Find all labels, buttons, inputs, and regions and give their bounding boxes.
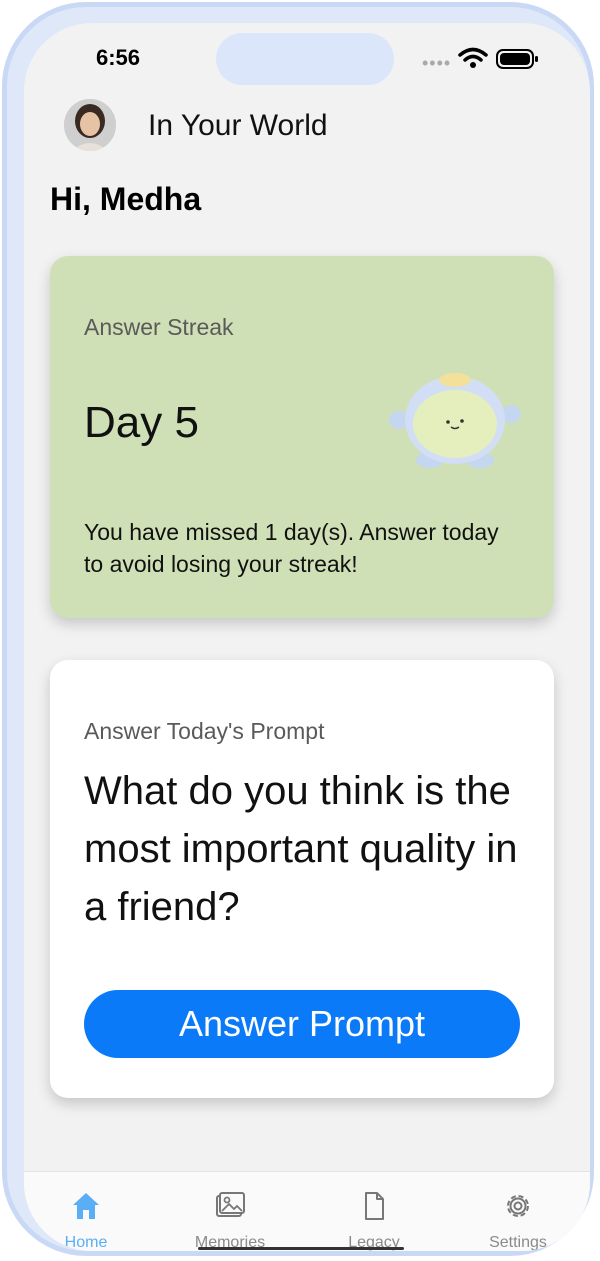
photo-icon — [216, 1192, 245, 1217]
streak-warning-message: You have missed 1 day(s). Answer today t… — [84, 519, 499, 577]
dynamic-island — [216, 33, 394, 85]
signal-dots-icon: •••• — [422, 53, 452, 73]
document-icon — [365, 1192, 384, 1220]
phone-frame: 6:56 •••• In Your World Hi, Medha Answer… — [2, 2, 594, 1256]
streak-label: Answer Streak — [84, 314, 234, 340]
turtle-mascot-icon — [389, 373, 521, 468]
user-avatar[interactable] — [64, 99, 116, 151]
answer-streak-card: Answer Streak Day 5 You have missed 1 da… — [50, 256, 554, 618]
tab-settings[interactable]: Settings — [458, 1172, 578, 1251]
bottom-tab-bar: Home Memories Legacy Settings — [24, 1171, 590, 1251]
battery-icon — [496, 49, 538, 69]
tab-settings-label: Settings — [489, 1234, 547, 1251]
prompt-label: Answer Today's Prompt — [84, 718, 325, 744]
tab-home-label: Home — [64, 1234, 108, 1251]
tab-memories[interactable]: Memories — [170, 1172, 290, 1251]
streak-day-count: Day 5 — [84, 398, 199, 447]
todays-prompt-card: Answer Today's Prompt What do you think … — [50, 660, 554, 1098]
wifi-icon — [458, 47, 488, 68]
greeting-heading: Hi, Medha — [50, 181, 202, 217]
home-icon — [73, 1193, 99, 1219]
tab-home[interactable]: Home — [26, 1172, 146, 1251]
app-title: In Your World — [148, 109, 328, 142]
prompt-question: What do you think is the most important … — [84, 769, 518, 929]
home-indicator[interactable] — [198, 1247, 404, 1250]
avatar-portrait-icon — [64, 99, 116, 151]
answer-prompt-button[interactable]: Answer Prompt — [84, 990, 520, 1058]
gear-icon — [507, 1195, 529, 1217]
app-screen: 6:56 •••• In Your World Hi, Medha Answer… — [24, 23, 590, 1251]
tab-legacy[interactable]: Legacy — [314, 1172, 434, 1251]
status-time: 6:56 — [96, 45, 141, 70]
